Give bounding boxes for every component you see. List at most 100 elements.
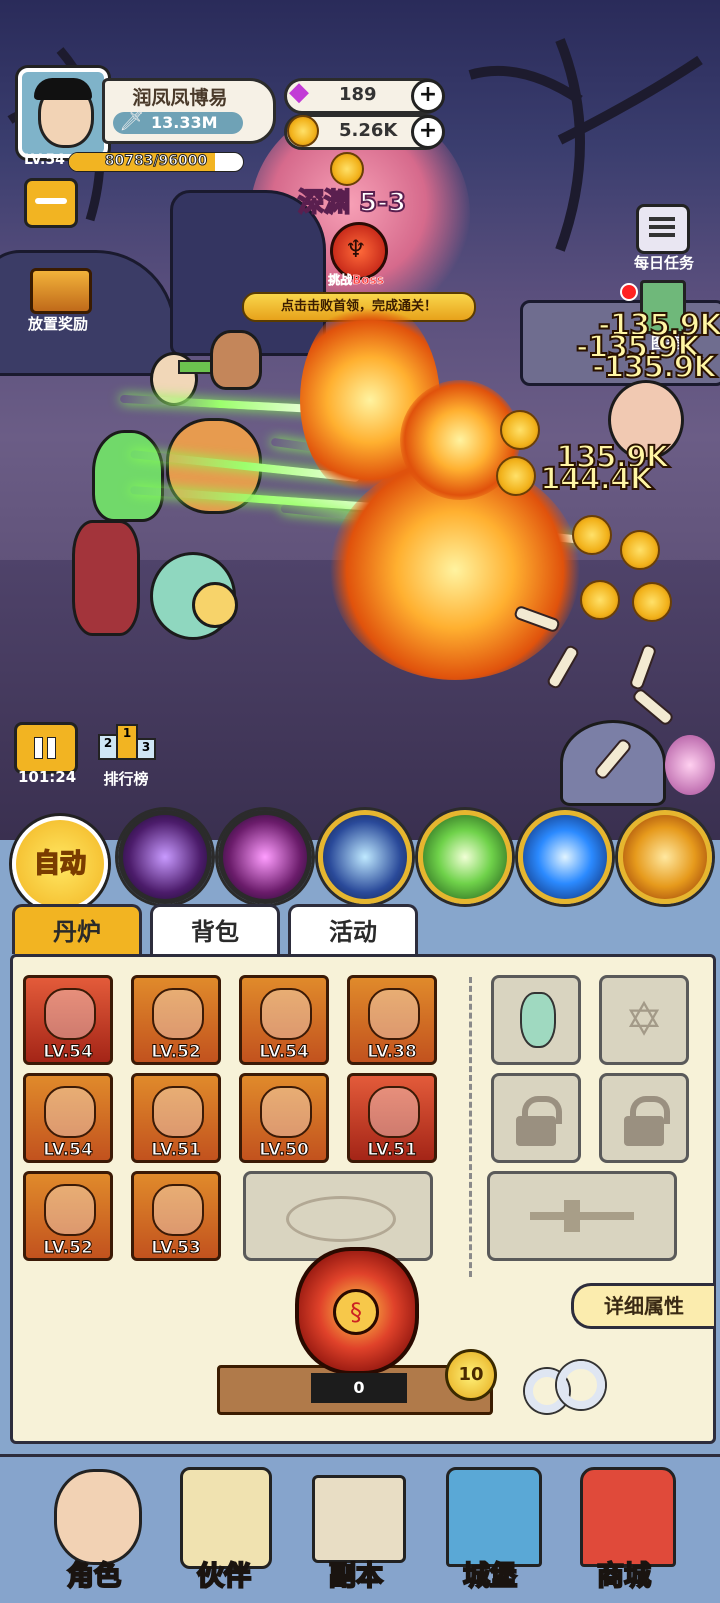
furnace-count: 0 [311,1373,407,1403]
tab-backpack[interactable]: 背包 [150,904,280,957]
notification-dot [620,283,638,301]
armor-icon [260,988,312,1040]
player-info-panel: 润凤凤博易 🗡 13.33M [102,78,276,144]
inventory-panel: LV.54 LV.52 LV.54 LV.38 LV.54 LV.51 LV.50 LV.51… [10,954,716,1444]
damage-number: -135.9K [591,349,718,386]
battle-scene[interactable]: 润凤凤博易 🗡 13.33M LV.54 80783/96000 ◆ 189 +… [0,0,720,840]
coin-icon [287,115,319,147]
scroll-icon [312,1475,406,1563]
scroll-icon [152,988,204,1040]
detail-attributes-button[interactable]: 详细属性 [571,1283,714,1329]
nav-label: 伙伴 [196,1560,252,1593]
green-orb-icon[interactable] [418,810,512,904]
void-vortex-icon[interactable] [118,810,212,904]
equipment-slot[interactable]: LV.54 [23,975,113,1065]
dagger-icon [44,988,96,1040]
equipment-slot[interactable]: LV.38 [347,975,437,1065]
lock-icon [599,1073,689,1163]
amulet-icon [368,1086,420,1138]
castle-icon [446,1467,542,1567]
pause-icon [34,737,43,759]
equipment-slot[interactable]: LV.52 [131,975,221,1065]
rank-2: 2 [98,734,118,760]
rank-1: 1 [116,724,138,760]
equipment-slot[interactable]: LV.50 [239,1073,329,1163]
equipment-level: LV.50 [259,1140,310,1161]
gem-counter: ◆ 189 + [284,77,445,114]
settings-gear-icon[interactable] [523,1355,605,1413]
coin-icon [632,582,672,622]
vase-icon[interactable] [491,975,581,1065]
daily-task-label: 每日任务 [633,254,694,272]
cat-face [192,582,238,628]
character-icon [54,1469,142,1565]
nav-label: 城堡 [462,1560,518,1593]
weapon-slot[interactable] [487,1171,677,1261]
gem-icon: ◆ [289,77,309,107]
lightning-card-icon[interactable] [318,810,412,904]
coin-icon [572,515,612,555]
divider [469,977,472,1277]
coin-icon [330,152,364,186]
green-spirit-hero [92,430,164,522]
shield-icon [152,1086,204,1138]
equipment-level: LV.52 [43,1238,94,1259]
nav-label: 商城 [596,1560,652,1593]
leaderboard-button[interactable]: 2 1 3 [94,714,156,766]
auto-skill-button[interactable]: 自动 [12,816,108,912]
equipment-level: LV.53 [151,1238,202,1259]
tab-events[interactable]: 活动 [288,904,418,957]
alchemy-furnace[interactable]: § [295,1247,419,1375]
nav-castle[interactable]: 城堡 [430,1463,550,1593]
menu-button[interactable] [24,178,78,228]
pause-button[interactable] [14,722,78,774]
void-swirl-icon[interactable] [218,810,312,904]
coin-icon [620,530,660,570]
coin-icon [496,456,536,496]
minus-icon [35,198,67,204]
nav-partner[interactable]: 伙伴 [164,1463,284,1593]
hexagram-icon[interactable]: ✡ [599,975,689,1065]
tab-alchemy-furnace[interactable]: 丹炉 [12,904,142,957]
necklace-icon [44,1184,96,1236]
damage-number: 144.4K [539,461,654,498]
equipment-slot[interactable]: LV.51 [347,1073,437,1163]
demon-icon: ♆ [345,235,367,263]
equipment-level: LV.38 [367,1042,418,1063]
add-gems-button[interactable]: + [411,79,445,113]
equipment-level: LV.54 [43,1140,94,1161]
golden-demon-icon[interactable] [618,810,712,904]
rank-3: 3 [136,738,156,760]
equipment-slot[interactable]: LV.53 [131,1171,221,1261]
sword-icon: 🗡 [119,108,145,132]
nav-character[interactable]: 角色 [34,1463,154,1593]
equipment-slot[interactable]: LV.54 [239,975,329,1065]
boots-icon [152,1184,204,1236]
player-avatar[interactable] [18,68,108,158]
bottom-nav: 角色 伙伴 副本 城堡 商城 [0,1454,720,1603]
inventory-backdrop: LV.54 LV.52 LV.54 LV.38 LV.54 LV.51 LV.50 LV.51… [0,954,720,1454]
warrior-hero [72,520,140,636]
nav-shop[interactable]: 商城 [564,1463,684,1593]
blue-comet-icon[interactable] [518,810,612,904]
power-bar: 🗡 13.33M [113,108,243,134]
flame-icon: § [333,1289,379,1335]
coin-icon [500,410,540,450]
treasure-chest-icon[interactable] [30,268,92,314]
lock-icon [491,1073,581,1163]
stage-name: 深渊 5-3 [297,182,407,219]
equipment-level: LV.51 [151,1140,202,1161]
nav-label: 副本 [328,1560,384,1593]
exp-value: 80783/96000 [104,153,208,170]
equipment-slot[interactable]: LV.51 [131,1073,221,1163]
equipment-slot[interactable]: LV.52 [23,1171,113,1261]
furnace-cost-badge: 10 [445,1349,497,1401]
pink-glow [665,735,715,795]
daily-task-button[interactable] [636,204,690,254]
coin-icon [580,580,620,620]
nav-dungeon[interactable]: 副本 [296,1463,416,1593]
coin-counter: 5.26K + [284,114,445,150]
add-coins-button[interactable]: + [411,115,445,149]
equipment-slot[interactable]: LV.54 [23,1073,113,1163]
battle-timer: 101:24 [18,768,77,786]
